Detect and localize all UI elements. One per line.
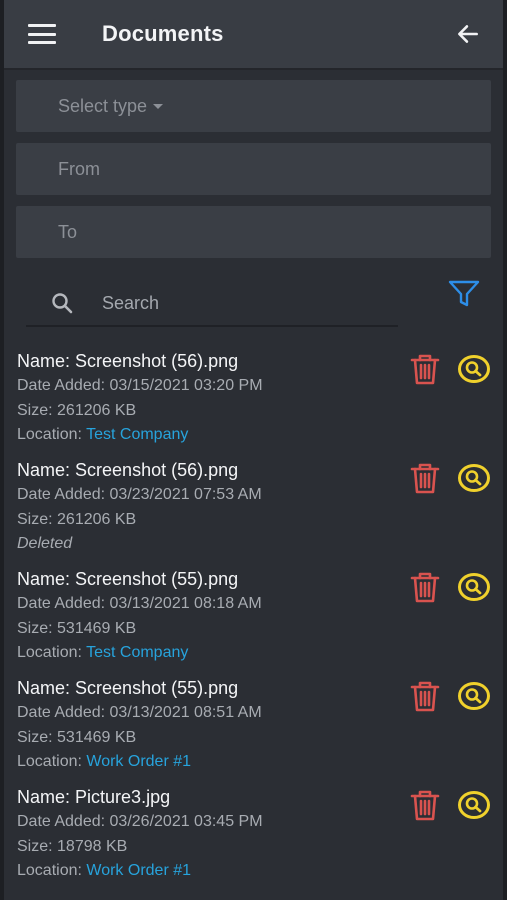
location-label: Location: [17, 753, 82, 770]
deleted-status: Deleted [17, 535, 73, 552]
view-magnifier-icon[interactable] [457, 572, 491, 602]
filter-panel: Select type From To [4, 70, 503, 258]
type-select-label: Select type [58, 95, 148, 116]
document-location: Location: Work Order #1 [17, 750, 503, 775]
view-magnifier-icon[interactable] [457, 463, 491, 493]
caret-down-icon [153, 103, 164, 109]
document-status: Deleted [17, 532, 503, 557]
document-item: Name: Screenshot (56).png Date Added: 03… [17, 458, 503, 567]
top-bar: Documents [4, 0, 503, 70]
location-link[interactable]: Work Order #1 [86, 862, 191, 879]
document-size: Size: 18798 KB [17, 837, 128, 855]
view-magnifier-icon[interactable] [457, 790, 491, 820]
location-label: Location: [17, 862, 82, 879]
from-date-placeholder: From [58, 158, 100, 179]
hamburger-menu-icon[interactable] [28, 24, 56, 44]
document-list: Name: Screenshot (56).png Date Added: 03… [4, 349, 503, 894]
app-screen: Documents Select type From To Name: S [0, 0, 507, 900]
document-item: Name: Picture3.jpg Date Added: 03/26/202… [17, 785, 503, 894]
back-arrow-icon[interactable] [455, 21, 481, 47]
filter-icon[interactable] [447, 279, 481, 309]
location-link[interactable]: Test Company [86, 426, 188, 443]
page-title: Documents [102, 21, 224, 46]
document-item: Name: Screenshot (56).png Date Added: 03… [17, 349, 503, 458]
location-label: Location: [17, 644, 82, 661]
search-row [4, 269, 503, 349]
document-location: Location: Test Company [17, 423, 503, 448]
view-magnifier-icon[interactable] [457, 354, 491, 384]
from-date-field[interactable]: From [16, 143, 491, 195]
search-icon [52, 293, 73, 314]
delete-trash-icon[interactable] [409, 570, 441, 604]
to-date-field[interactable]: To [16, 206, 491, 258]
location-link[interactable]: Test Company [86, 644, 188, 661]
view-magnifier-icon[interactable] [457, 681, 491, 711]
document-item: Name: Screenshot (55).png Date Added: 03… [17, 676, 503, 785]
delete-trash-icon[interactable] [409, 679, 441, 713]
location-link[interactable]: Work Order #1 [86, 753, 191, 770]
document-size: Size: 261206 KB [17, 401, 137, 419]
document-size: Size: 531469 KB [17, 619, 137, 637]
to-date-placeholder: To [58, 221, 78, 242]
delete-trash-icon[interactable] [409, 352, 441, 386]
document-size: Size: 261206 KB [17, 510, 137, 528]
document-location: Location: Test Company [17, 641, 503, 666]
location-label: Location: [17, 426, 82, 443]
delete-trash-icon[interactable] [409, 788, 441, 822]
search-input[interactable] [100, 291, 364, 315]
document-location: Location: Work Order #1 [17, 859, 503, 884]
document-size: Size: 531469 KB [17, 728, 137, 746]
search-box [26, 281, 398, 327]
delete-trash-icon[interactable] [409, 461, 441, 495]
document-item: Name: Screenshot (55).png Date Added: 03… [17, 567, 503, 676]
type-select[interactable]: Select type [16, 80, 491, 132]
